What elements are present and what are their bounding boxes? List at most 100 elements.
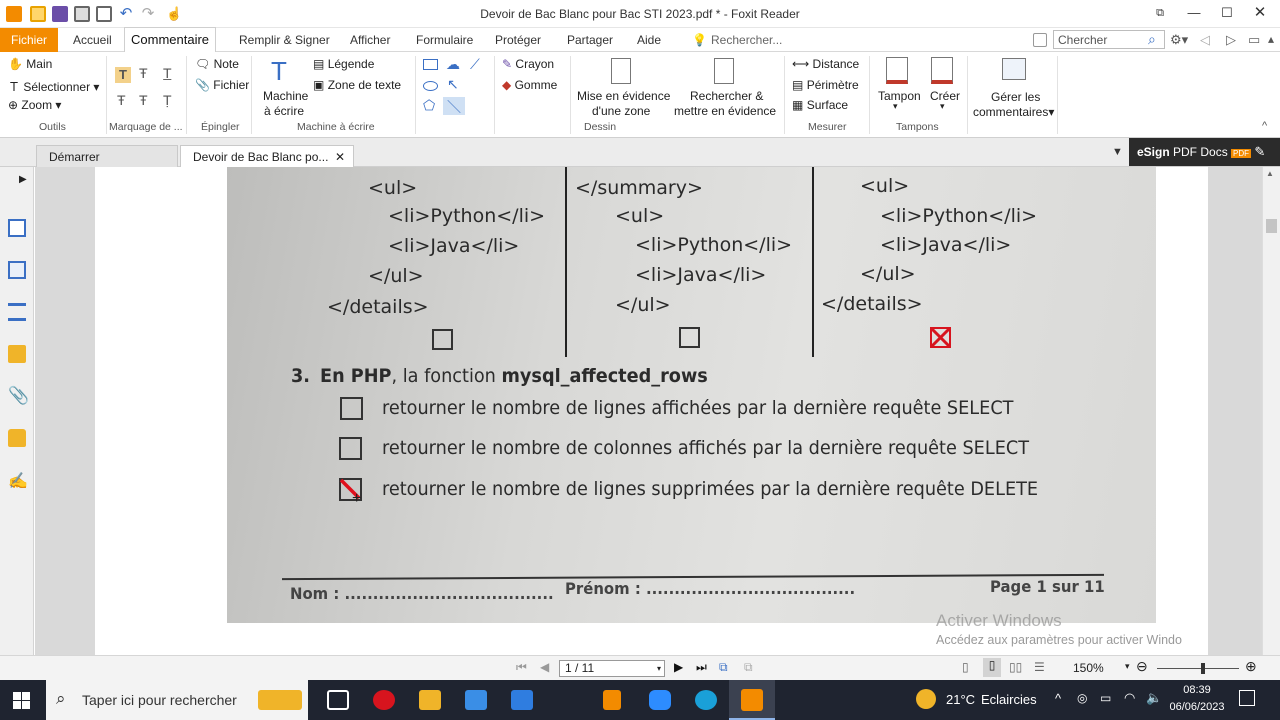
note-tool[interactable]: 🗨 Note bbox=[195, 57, 239, 71]
tab-afficher[interactable]: Afficher bbox=[344, 28, 396, 52]
stamp-dropdown-icon[interactable]: ▾ bbox=[893, 101, 898, 112]
hand-tool[interactable]: ✋ Main bbox=[8, 57, 52, 71]
ribbon-collapse-icon[interactable]: ^ bbox=[1262, 120, 1267, 132]
meet-now-icon[interactable]: ◎ bbox=[1077, 691, 1087, 705]
minimize-button[interactable]: — bbox=[1184, 4, 1204, 22]
tabs-dropdown-icon[interactable]: ▼ bbox=[1112, 146, 1123, 158]
tab-accueil[interactable]: Accueil bbox=[67, 28, 118, 52]
zoom-level[interactable]: 150% bbox=[1073, 661, 1104, 675]
security-lock-icon[interactable] bbox=[8, 429, 26, 447]
prev-page-icon[interactable]: ◀ bbox=[540, 660, 549, 674]
scanned-page[interactable]: <ul> <li>Python</li> <li>Java</li> </ul>… bbox=[227, 167, 1156, 623]
polygon-icon[interactable]: ⬠ bbox=[423, 97, 435, 114]
search-icon[interactable]: ⌕ bbox=[1148, 31, 1156, 48]
expand-panel-icon[interactable]: ▶ bbox=[19, 174, 27, 185]
tell-me-input[interactable]: Rechercher... bbox=[705, 28, 788, 52]
close-button[interactable]: ✕ bbox=[1250, 4, 1270, 22]
create-dropdown-icon[interactable]: ▾ bbox=[940, 101, 945, 112]
foxit-taskbar-button[interactable] bbox=[729, 680, 775, 720]
manage-label1[interactable]: Gérer les bbox=[991, 90, 1040, 104]
line-icon[interactable]: ＼ bbox=[443, 97, 465, 115]
typewriter-icon[interactable]: T bbox=[271, 56, 287, 87]
scroll-thumb[interactable] bbox=[1266, 219, 1277, 233]
rectangle-icon[interactable] bbox=[423, 59, 438, 70]
next-view-icon[interactable]: ⧉ bbox=[744, 660, 753, 675]
manage-comments-icon[interactable] bbox=[1002, 58, 1026, 80]
zoom-slider[interactable] bbox=[1157, 668, 1239, 669]
continuous-page-icon[interactable]: ▯ bbox=[983, 658, 1001, 677]
esign-banner[interactable]: eSign PDF Docs PDF ✎ bbox=[1129, 138, 1280, 166]
user-icon[interactable] bbox=[1033, 33, 1047, 47]
continuous-facing-icon[interactable]: ☰ bbox=[1034, 660, 1045, 674]
strikeout-icon[interactable]: Ŧ bbox=[139, 65, 148, 81]
stamp-icon[interactable] bbox=[886, 57, 908, 84]
underline-icon[interactable]: T̲ bbox=[163, 65, 172, 81]
pages-icon[interactable]: ▭ bbox=[1248, 32, 1260, 48]
tab-fichier[interactable]: Fichier bbox=[0, 28, 58, 52]
typewriter-label2[interactable]: à écrire bbox=[264, 104, 304, 118]
checkbox-option-a[interactable] bbox=[432, 329, 453, 350]
search-highlight-label1[interactable]: Rechercher & bbox=[690, 89, 763, 103]
wifi-icon[interactable]: ◠ bbox=[1124, 690, 1135, 706]
perimeter-tool[interactable]: ▤ Périmètre bbox=[792, 78, 859, 92]
search-highlight-icon[interactable] bbox=[714, 58, 734, 84]
area-tool[interactable]: ▦ Surface bbox=[792, 98, 848, 112]
distance-tool[interactable]: ⟷ Distance bbox=[792, 57, 859, 71]
zoom-tool[interactable]: ⊕ Zoom ▾ bbox=[8, 98, 61, 112]
last-page-icon[interactable]: ⏭ bbox=[696, 660, 707, 675]
facing-icon[interactable]: ▯▯ bbox=[1009, 660, 1022, 674]
next-page-icon[interactable]: ▶ bbox=[674, 660, 683, 674]
page-dropdown-icon[interactable]: ▾ bbox=[657, 661, 661, 676]
zoom-out-icon[interactable]: ⊖ bbox=[1136, 658, 1148, 675]
checkbox-q3-option-2[interactable] bbox=[339, 437, 362, 460]
select-tool[interactable]: Ｔ Sélectionner ▾ bbox=[8, 78, 99, 95]
replace-text-icon[interactable]: Ŧ bbox=[139, 92, 148, 108]
layers-icon[interactable] bbox=[8, 303, 26, 321]
area-highlight-icon[interactable] bbox=[611, 58, 631, 84]
tab-current-document[interactable]: Devoir de Bac Blanc po... ✕ bbox=[180, 145, 354, 167]
tray-chevron-icon[interactable]: ^ bbox=[1055, 691, 1061, 706]
weather-temp[interactable]: 21°C bbox=[946, 692, 975, 707]
signature-icon[interactable]: ✍ bbox=[8, 471, 28, 490]
create-label[interactable]: Créer bbox=[930, 89, 960, 103]
battery-icon[interactable]: ▭ bbox=[1100, 691, 1111, 705]
weather-desc[interactable]: Eclaircies bbox=[981, 692, 1037, 707]
vlc-icon[interactable] bbox=[603, 690, 621, 710]
textbox-tool[interactable]: ▣ Zone de texte bbox=[313, 78, 401, 92]
notifications-icon[interactable] bbox=[1239, 690, 1255, 706]
vertical-scrollbar[interactable]: ▲ bbox=[1262, 167, 1280, 655]
page-number-input[interactable]: 1 / 11 ▾ bbox=[559, 660, 665, 677]
collapse-icon[interactable]: ▴ bbox=[1268, 32, 1274, 46]
typewriter-label1[interactable]: Machine bbox=[263, 89, 308, 103]
eraser-tool[interactable]: ◆ Gomme bbox=[502, 78, 557, 92]
insert-text-icon[interactable]: Ṭ bbox=[163, 92, 172, 108]
nav-back-icon[interactable]: ◁ bbox=[1200, 32, 1210, 48]
prev-view-icon[interactable]: ⧉ bbox=[719, 660, 728, 675]
volume-icon[interactable]: 🔈 bbox=[1146, 690, 1162, 706]
tab-formulaire[interactable]: Formulaire bbox=[410, 28, 479, 52]
file-attach-tool[interactable]: 📎 Fichier bbox=[195, 78, 249, 92]
checkbox-option-c-checked[interactable] bbox=[930, 327, 951, 348]
zoom-in-icon[interactable]: ⊕ bbox=[1245, 658, 1257, 675]
search-highlight-label2[interactable]: mettre en évidence bbox=[674, 104, 776, 118]
stamp-label[interactable]: Tampon bbox=[878, 89, 921, 103]
maximize-button[interactable]: ☐ bbox=[1217, 4, 1237, 22]
windows-start-icon[interactable] bbox=[13, 692, 30, 709]
gear-icon[interactable]: ⚙▾ bbox=[1170, 32, 1188, 48]
clock-date[interactable]: 06/06/2023 bbox=[1166, 701, 1228, 713]
tab-commentaire[interactable]: Commentaire bbox=[124, 27, 217, 53]
zoom-dropdown-icon[interactable]: ▾ bbox=[1125, 661, 1130, 672]
scroll-up-icon[interactable]: ▲ bbox=[1266, 169, 1274, 178]
nav-forward-icon[interactable]: ▷ bbox=[1226, 32, 1236, 48]
zoom-app-icon[interactable] bbox=[649, 690, 671, 710]
single-page-icon[interactable]: ▯ bbox=[962, 660, 969, 674]
opera-icon[interactable] bbox=[373, 690, 395, 710]
attachment-icon[interactable]: 📎 bbox=[8, 387, 29, 405]
callout-tool[interactable]: ▤ Légende bbox=[313, 57, 374, 71]
tab-partager[interactable]: Partager bbox=[561, 28, 619, 52]
arrow-icon[interactable]: ↖ bbox=[447, 76, 459, 93]
edge-icon[interactable] bbox=[695, 690, 717, 710]
checkbox-option-b[interactable] bbox=[679, 327, 700, 348]
first-page-icon[interactable]: ⏮ bbox=[516, 660, 527, 675]
tab-proteger[interactable]: Protéger bbox=[489, 28, 547, 52]
